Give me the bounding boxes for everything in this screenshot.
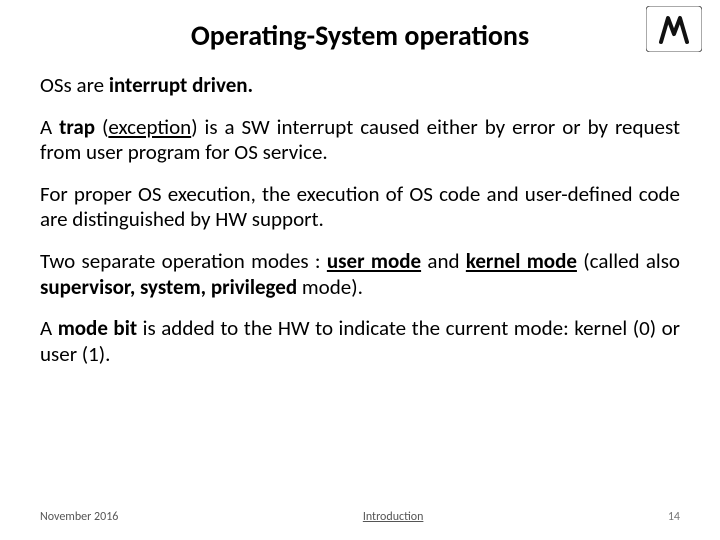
paragraph-5: A mode bit is added to the HW to indicat… [40, 316, 680, 367]
slide-footer: November 2016 Introduction 14 [0, 510, 720, 524]
footer-page-number: 14 [668, 510, 680, 524]
text-bold: mode bit [58, 315, 137, 341]
footer-title: Introduction [363, 510, 424, 524]
text: mode). [297, 274, 363, 300]
paragraph-4: Two separate operation modes : user mode… [40, 249, 680, 300]
text: A [40, 114, 59, 140]
paragraph-2: A trap (exception) is a SW interrupt cau… [40, 115, 680, 166]
text-underline: exception [108, 114, 191, 140]
slide: Operating-System operations OSs are inte… [0, 0, 720, 540]
text-bold-underline: user mode [327, 248, 421, 274]
text: OSs are [40, 72, 109, 98]
text-bold: trap [59, 114, 95, 140]
slide-title: Operating-System operations [40, 18, 680, 53]
text: Two separate operation modes : [40, 248, 327, 274]
paragraph-3: For proper OS execution, the execution o… [40, 182, 680, 233]
text-bold: interrupt driven. [109, 72, 253, 98]
text-bold: supervisor, system, privileged [40, 274, 297, 300]
technion-logo [646, 6, 702, 52]
text: and [421, 248, 466, 274]
paragraph-1: OSs are interrupt driven. [40, 73, 680, 99]
text: A [40, 315, 58, 341]
slide-body: OSs are interrupt driven. A trap (except… [40, 73, 680, 367]
footer-date: November 2016 [40, 510, 118, 524]
text: ( [95, 114, 108, 140]
text: (called also [577, 248, 680, 274]
text-bold-underline: kernel mode [466, 248, 577, 274]
